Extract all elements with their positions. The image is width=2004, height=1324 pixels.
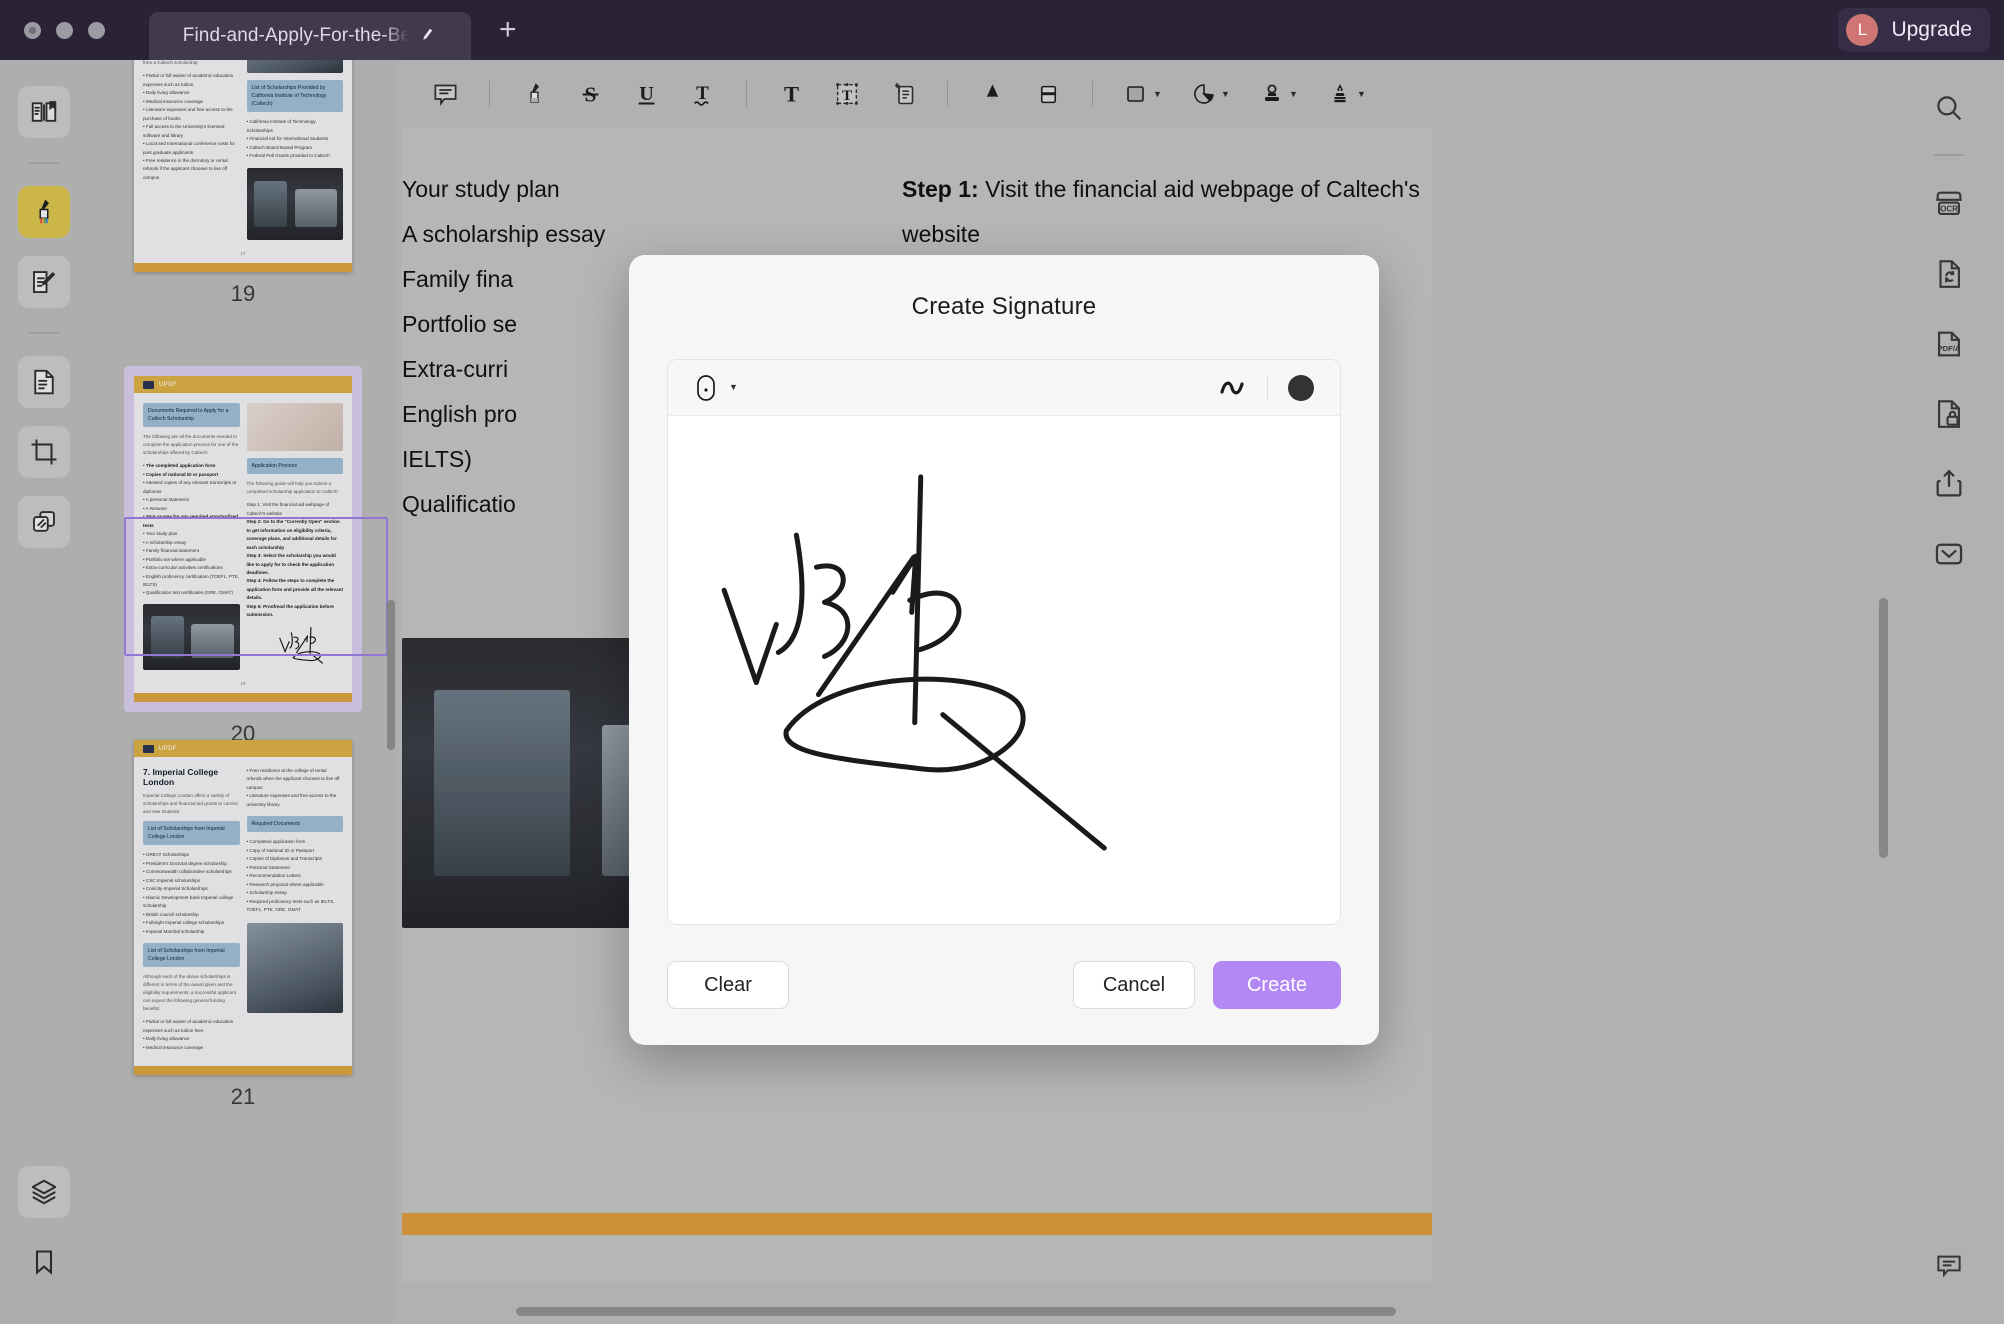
new-tab-button[interactable]: + bbox=[499, 15, 517, 45]
app-body: UPDF Different kinds of scholarships and… bbox=[0, 60, 2004, 1324]
dialog-title: Create Signature bbox=[629, 255, 1379, 321]
close-window-button[interactable] bbox=[24, 22, 41, 39]
document-tab[interactable]: Find-and-Apply-For-the-Be bbox=[149, 12, 471, 60]
document-tab-label: Find-and-Apply-For-the-Be bbox=[183, 25, 411, 47]
pencil-icon[interactable] bbox=[420, 24, 439, 47]
create-button[interactable]: Create bbox=[1213, 961, 1341, 1009]
chevron-down-icon[interactable]: ▼ bbox=[729, 383, 738, 392]
avatar[interactable]: L bbox=[1846, 14, 1878, 46]
title-bar: Find-and-Apply-For-the-Be + L Upgrade bbox=[0, 0, 2004, 60]
trackpad-mouse-icon bbox=[694, 373, 718, 403]
signature-strokes bbox=[668, 416, 1340, 924]
maximize-window-button[interactable] bbox=[88, 22, 105, 39]
signature-canvas-toolbar: ▼ bbox=[668, 360, 1340, 416]
wave-stroke-icon[interactable] bbox=[1217, 376, 1247, 400]
dialog-actions: Clear Cancel Create bbox=[629, 925, 1379, 1045]
signature-canvas-card: ▼ bbox=[667, 359, 1341, 925]
toolbar-divider bbox=[1267, 375, 1268, 401]
create-signature-dialog: Create Signature ▼ bbox=[629, 255, 1379, 1045]
cancel-button[interactable]: Cancel bbox=[1073, 961, 1195, 1009]
stroke-and-color-controls bbox=[1217, 375, 1314, 401]
upgrade-label: Upgrade bbox=[1891, 18, 1972, 42]
upgrade-button[interactable]: L Upgrade bbox=[1838, 8, 1990, 52]
input-mode-selector[interactable]: ▼ bbox=[694, 373, 738, 403]
window-controls bbox=[24, 22, 105, 39]
clear-button[interactable]: Clear bbox=[667, 961, 789, 1009]
signature-drawing-canvas[interactable] bbox=[668, 416, 1340, 924]
minimize-window-button[interactable] bbox=[56, 22, 73, 39]
color-swatch[interactable] bbox=[1288, 375, 1314, 401]
